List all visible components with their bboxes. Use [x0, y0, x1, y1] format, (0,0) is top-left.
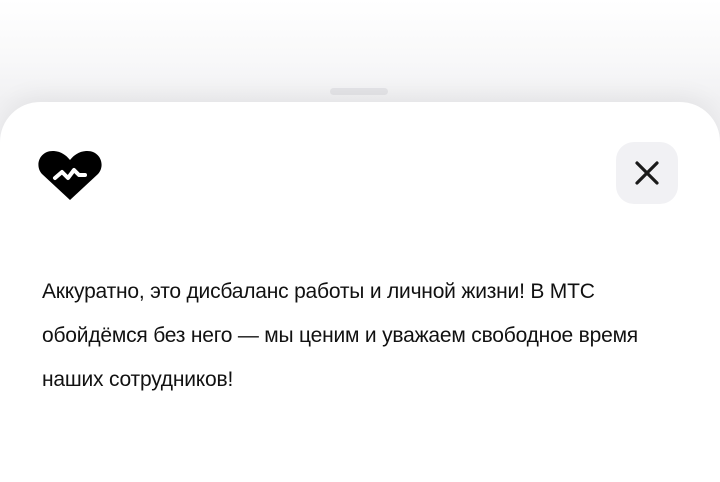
- close-button[interactable]: [616, 142, 678, 204]
- heart-pulse-icon: [38, 150, 102, 200]
- bottom-sheet-dialog: Аккуратно, это дисбаланс работы и личной…: [0, 102, 720, 482]
- drag-handle[interactable]: [330, 88, 388, 95]
- close-icon: [635, 161, 659, 185]
- message-text: Аккуратно, это дисбаланс работы и личной…: [42, 280, 638, 391]
